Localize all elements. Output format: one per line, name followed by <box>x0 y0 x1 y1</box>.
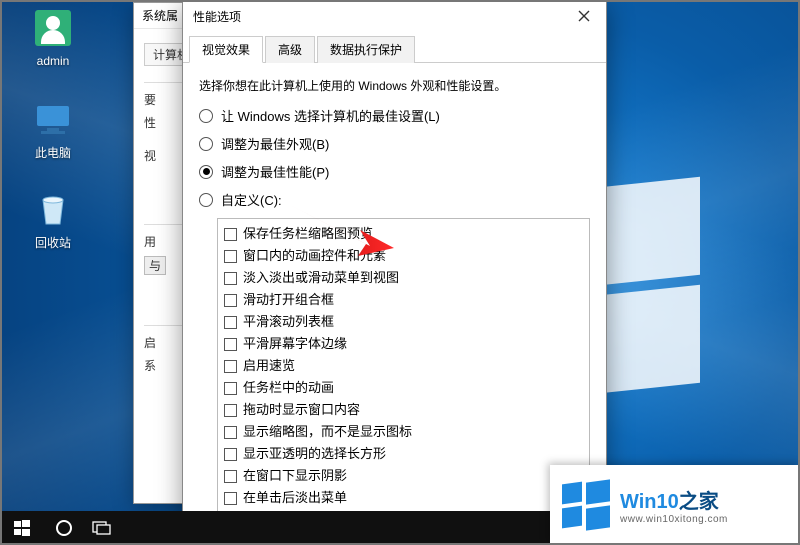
text-fragment: 用 <box>144 235 156 249</box>
desktop-icon-label: admin <box>18 54 88 68</box>
user-avatar-icon <box>35 10 71 46</box>
watermark-url: www.win10xitong.com <box>620 514 728 525</box>
text-fragment: 性 <box>144 116 156 130</box>
radio-label: 自定义(C): <box>221 190 282 209</box>
checkbox-item[interactable]: 平滑滚动列表框 <box>222 311 585 333</box>
checkbox-label: 保存任务栏缩略图预览 <box>243 224 373 244</box>
checkbox-item[interactable]: 淡入淡出或滑动菜单到视图 <box>222 267 585 289</box>
checkbox-icon <box>224 492 237 505</box>
checkbox-item[interactable]: 显示缩略图，而不是显示图标 <box>222 421 585 443</box>
custom-checkbox-list[interactable]: 保存任务栏缩略图预览窗口内的动画控件和元素淡入淡出或滑动菜单到视图滑动打开组合框… <box>217 218 590 518</box>
checkbox-label: 拖动时显示窗口内容 <box>243 400 360 420</box>
tab-description: 选择你想在此计算机上使用的 Windows 外观和性能设置。 <box>199 77 590 94</box>
checkbox-icon <box>224 294 237 307</box>
checkbox-item[interactable]: 拖动时显示窗口内容 <box>222 399 585 421</box>
checkbox-icon <box>224 228 237 241</box>
taskbar <box>0 511 563 545</box>
checkbox-icon <box>224 382 237 395</box>
checkbox-label: 平滑滚动列表框 <box>243 312 334 332</box>
desktop-icon-this-pc[interactable]: 此电脑 <box>18 100 88 161</box>
text-fragment: 与 <box>144 256 166 275</box>
checkbox-label: 任务栏中的动画 <box>243 378 334 398</box>
dialog-tabs: 视觉效果 高级 数据执行保护 <box>183 31 606 63</box>
checkbox-label: 滑动打开组合框 <box>243 290 334 310</box>
cortana-icon <box>56 520 72 536</box>
text-fragment: 视 <box>144 149 156 163</box>
windows-logo-icon <box>14 520 30 536</box>
watermark-brand: Win10之家 <box>620 485 728 514</box>
radio-icon <box>199 193 213 207</box>
text-fragment: 系 <box>144 359 156 373</box>
checkbox-label: 平滑屏幕字体边缘 <box>243 334 347 354</box>
dialog-title: 性能选项 <box>193 8 241 25</box>
search-button[interactable] <box>44 511 84 545</box>
checkbox-label: 在单击后淡出菜单 <box>243 488 347 508</box>
checkbox-icon <box>224 338 237 351</box>
checkbox-item[interactable]: 在单击后淡出菜单 <box>222 487 585 509</box>
checkbox-label: 窗口内的动画控件和元素 <box>243 246 386 266</box>
checkbox-item[interactable]: 滑动打开组合框 <box>222 289 585 311</box>
close-button[interactable] <box>562 1 606 31</box>
close-icon <box>578 10 590 22</box>
checkbox-icon <box>224 448 237 461</box>
task-view-button[interactable] <box>84 511 120 545</box>
watermark-logo-icon <box>562 481 610 529</box>
text-fragment: 启 <box>144 336 156 350</box>
radio-best-performance[interactable]: 调整为最佳性能(P) <box>199 162 590 181</box>
checkbox-item[interactable]: 显示亚透明的选择长方形 <box>222 443 585 465</box>
text-fragment: 要 <box>144 93 156 107</box>
checkbox-label: 显示亚透明的选择长方形 <box>243 444 386 464</box>
desktop-icon-label: 回收站 <box>18 234 88 251</box>
checkbox-item[interactable]: 启用速览 <box>222 355 585 377</box>
radio-icon <box>199 109 213 123</box>
radio-label: 调整为最佳性能(P) <box>221 162 329 181</box>
checkbox-item[interactable]: 保存任务栏缩略图预览 <box>222 223 585 245</box>
checkbox-icon <box>224 404 237 417</box>
radio-auto[interactable]: 让 Windows 选择计算机的最佳设置(L) <box>199 106 590 125</box>
tab-visual-effects[interactable]: 视觉效果 <box>189 36 263 63</box>
checkbox-label: 淡入淡出或滑动菜单到视图 <box>243 268 399 288</box>
checkbox-icon <box>224 272 237 285</box>
radio-label: 调整为最佳外观(B) <box>221 134 329 153</box>
checkbox-icon <box>224 470 237 483</box>
tab-body: 选择你想在此计算机上使用的 Windows 外观和性能设置。 让 Windows… <box>183 63 606 544</box>
checkbox-item[interactable]: 在窗口下显示阴影 <box>222 465 585 487</box>
radio-best-appearance[interactable]: 调整为最佳外观(B) <box>199 134 590 153</box>
watermark: Win10之家 www.win10xitong.com <box>550 465 800 545</box>
radio-label: 让 Windows 选择计算机的最佳设置(L) <box>221 106 440 125</box>
checkbox-label: 启用速览 <box>243 356 295 376</box>
checkbox-item[interactable]: 任务栏中的动画 <box>222 377 585 399</box>
dialog-titlebar: 性能选项 <box>183 1 606 31</box>
radio-icon <box>199 165 213 179</box>
checkbox-icon <box>224 426 237 439</box>
radio-icon <box>199 137 213 151</box>
checkbox-icon <box>224 250 237 263</box>
start-button[interactable] <box>0 511 44 545</box>
checkbox-icon <box>224 316 237 329</box>
checkbox-item[interactable]: 平滑屏幕字体边缘 <box>222 333 585 355</box>
this-pc-icon <box>33 100 73 140</box>
radio-custom[interactable]: 自定义(C): <box>199 190 590 209</box>
desktop-icon-label: 此电脑 <box>18 144 88 161</box>
tab-dep[interactable]: 数据执行保护 <box>317 36 415 63</box>
recycle-bin-icon <box>33 190 73 230</box>
desktop: admin 此电脑 回收站 系统属 计算机 要 性 视 用 与 <box>0 0 800 545</box>
performance-options-dialog: 性能选项 视觉效果 高级 数据执行保护 选择你想在此计算机上使用的 Window… <box>182 0 607 545</box>
task-view-icon <box>92 521 112 535</box>
checkbox-item[interactable]: 窗口内的动画控件和元素 <box>222 245 585 267</box>
desktop-icon-recycle-bin[interactable]: 回收站 <box>18 190 88 251</box>
desktop-icon-user[interactable]: admin <box>18 10 88 68</box>
checkbox-label: 显示缩略图，而不是显示图标 <box>243 422 412 442</box>
checkbox-icon <box>224 360 237 373</box>
checkbox-label: 在窗口下显示阴影 <box>243 466 347 486</box>
tab-advanced[interactable]: 高级 <box>265 36 315 63</box>
